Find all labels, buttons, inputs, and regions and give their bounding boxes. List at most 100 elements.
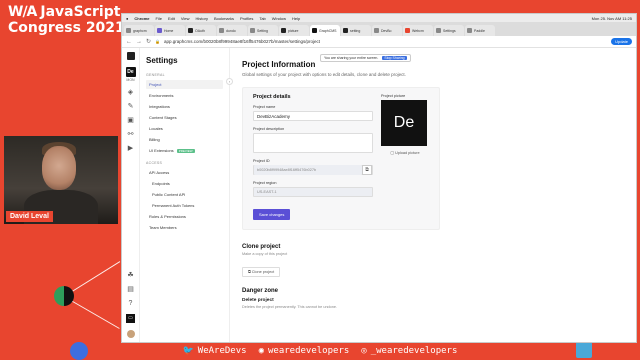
project-picture: De xyxy=(381,100,427,146)
browser-tab[interactable]: DevBo xyxy=(372,25,402,36)
project-id-field: b0020b8f99948ae8f16ff5476b027b ⧉ xyxy=(253,165,373,175)
screen-share-banner: You are sharing your entire screen. Stop… xyxy=(320,54,411,62)
social-instagram: ◎ _wearedevelopers xyxy=(361,346,458,356)
icon-rail: De MON ◈ ✎ ▣ ⚯ ▶ ☘ ▤ ? ▭ xyxy=(122,48,140,342)
project-avatar[interactable]: De xyxy=(125,67,136,77)
speaker-name: David Leval xyxy=(6,211,53,222)
favicon-icon xyxy=(405,28,410,33)
sidebar-item-public-content-api[interactable]: Public Content API xyxy=(146,190,223,199)
github-icon: ◉ xyxy=(258,346,264,356)
copy-icon[interactable]: ⧉ xyxy=(362,165,372,175)
delete-description: Deletes the project permanently. This ca… xyxy=(242,305,338,309)
browser-tab[interactable]: Paddle xyxy=(465,25,495,36)
chat-icon[interactable]: ▭ xyxy=(126,314,135,323)
reload-icon[interactable]: ↻ xyxy=(146,38,151,45)
browser-tab[interactable]: Webcm xyxy=(403,25,433,36)
menu-item[interactable]: Help xyxy=(292,16,300,21)
menu-item[interactable]: Tab xyxy=(259,16,265,21)
layers-icon[interactable]: ◈ xyxy=(128,89,133,96)
clone-section: Clone project Make a copy of this projec… xyxy=(242,244,624,278)
browser-tab[interactable]: setting xyxy=(341,25,371,36)
project-picture-label: Project picture xyxy=(381,94,406,98)
sidebar-item-billing[interactable]: Billing xyxy=(146,135,223,144)
user-avatar[interactable] xyxy=(126,330,135,338)
page-description: Global settings of your project with opt… xyxy=(242,72,406,77)
favicon-icon xyxy=(126,28,131,33)
help-icon[interactable]: ? xyxy=(129,300,133,307)
integrations-icon[interactable]: ☘ xyxy=(127,272,133,279)
social-github: ◉ wearedevelopers xyxy=(258,346,350,356)
stop-sharing-button[interactable]: Stop Sharing xyxy=(382,56,407,60)
browser-tab[interactable]: dundo xyxy=(217,25,247,36)
project-id-value[interactable]: b0020b8f99948ae8f16ff5476b027b xyxy=(254,165,362,175)
play-icon[interactable]: ▶ xyxy=(128,145,133,152)
page-title: Project Information xyxy=(242,60,316,69)
browser-tab[interactable]: Settings xyxy=(434,25,464,36)
danger-heading: Danger zone xyxy=(242,288,279,294)
preview-badge: PREVIEW xyxy=(176,148,195,153)
sidebar-item-project[interactable]: Project xyxy=(146,80,223,89)
sidebar-item-integrations[interactable]: Integrations xyxy=(146,102,223,111)
sidebar-item-endpoints[interactable]: Endpoints xyxy=(146,179,223,188)
browser-tab[interactable]: picture xyxy=(279,25,309,36)
sidebar-item-team-members[interactable]: Team Members xyxy=(146,223,223,232)
danger-section: Danger zone Delete project Deletes the p… xyxy=(242,288,624,309)
main-content: Project Information Global settings of y… xyxy=(230,48,636,342)
sidebar-item-ui-extensions[interactable]: UI Extensions PREVIEW xyxy=(146,146,223,155)
favicon-icon xyxy=(188,28,193,33)
clone-project-button[interactable]: ⧉ Clone project xyxy=(242,267,281,277)
sidebar-item-roles[interactable]: Roles & Permissions xyxy=(146,212,223,221)
section-label-access: ACCESS xyxy=(146,161,163,165)
menu-item[interactable]: File xyxy=(156,16,162,21)
menu-item[interactable]: Edit xyxy=(168,16,175,21)
favicon-icon xyxy=(467,28,472,33)
menu-item[interactable]: View xyxy=(181,16,190,21)
project-region-field: US-EAST-1 xyxy=(253,187,373,197)
menu-item[interactable]: Window xyxy=(272,16,286,21)
browser-tab[interactable]: Home xyxy=(155,25,185,36)
save-changes-button[interactable]: Save changes xyxy=(253,209,291,220)
social-bar: 🐦 WeAreDevs ◉ wearedevelopers ◎ _wearedevel… xyxy=(0,342,640,360)
menubar-clock: Mon 25. Nov AM 11:25 xyxy=(591,15,632,21)
menu-item[interactable]: Chrome xyxy=(134,16,149,21)
conference-title-line2: Congress 2021 xyxy=(8,20,125,36)
project-description-input[interactable] xyxy=(253,133,373,153)
upload-picture-button[interactable]: ▢ Upload picture xyxy=(381,150,429,155)
clone-heading: Clone project xyxy=(242,244,281,250)
browser-tab[interactable]: OAuth xyxy=(186,25,216,36)
assets-icon[interactable]: ▣ xyxy=(127,117,134,124)
url-field[interactable]: app.graphcms.com/b0020b8f99948ae8f16ff54… xyxy=(164,39,607,44)
project-name-input[interactable]: DevBizAcademy xyxy=(253,111,373,121)
address-bar: ← → ↻ 🔒 app.graphcms.com/b0020b8f99948ae… xyxy=(122,36,636,48)
edit-icon[interactable]: ✎ xyxy=(128,103,134,110)
menu-item[interactable]: History xyxy=(196,16,208,21)
browser-tab[interactable]: Setting xyxy=(248,25,278,36)
sidebar-item-content-stages[interactable]: Content Stages xyxy=(146,113,223,122)
twitter-icon: 🐦 xyxy=(182,346,194,356)
sidebar-item-locales[interactable]: Locales xyxy=(146,124,223,133)
menu-item[interactable]: Profiles xyxy=(240,16,253,21)
conference-title-line1: JavaScript xyxy=(40,4,121,20)
browser-tab[interactable]: graphcm xyxy=(124,25,154,36)
favicon-icon xyxy=(436,28,441,33)
forward-icon[interactable]: → xyxy=(136,39,142,45)
apple-icon[interactable]: ● xyxy=(126,16,128,21)
chevron-left-icon[interactable]: ‹ xyxy=(226,78,233,85)
back-icon[interactable]: ← xyxy=(126,39,132,45)
conference-logo: W∕A xyxy=(8,4,37,20)
graphcms-logo-icon[interactable] xyxy=(126,52,135,60)
graphcms-app: De MON ◈ ✎ ▣ ⚯ ▶ ☘ ▤ ? ▭ Settings ‹ GENE… xyxy=(122,48,636,342)
sidebar-item-api-access[interactable]: API Access xyxy=(146,168,223,177)
favicon-icon xyxy=(157,28,162,33)
webhook-icon[interactable]: ⚯ xyxy=(128,131,134,138)
conference-title: W∕A JavaScript Congress 2021 xyxy=(8,4,125,36)
card-heading: Project details xyxy=(253,94,291,100)
sidebar-item-environments[interactable]: Environments xyxy=(146,91,223,100)
docs-icon[interactable]: ▤ xyxy=(127,286,134,293)
update-button[interactable]: Update xyxy=(611,38,632,45)
lock-icon: 🔒 xyxy=(155,39,161,44)
browser-tab-active[interactable]: GraphCMS xyxy=(310,25,340,36)
project-region-label: Project region xyxy=(253,181,277,185)
menu-item[interactable]: Bookmarks xyxy=(214,16,234,21)
sidebar-item-auth-tokens[interactable]: Permanent Auth Tokens xyxy=(146,201,223,210)
